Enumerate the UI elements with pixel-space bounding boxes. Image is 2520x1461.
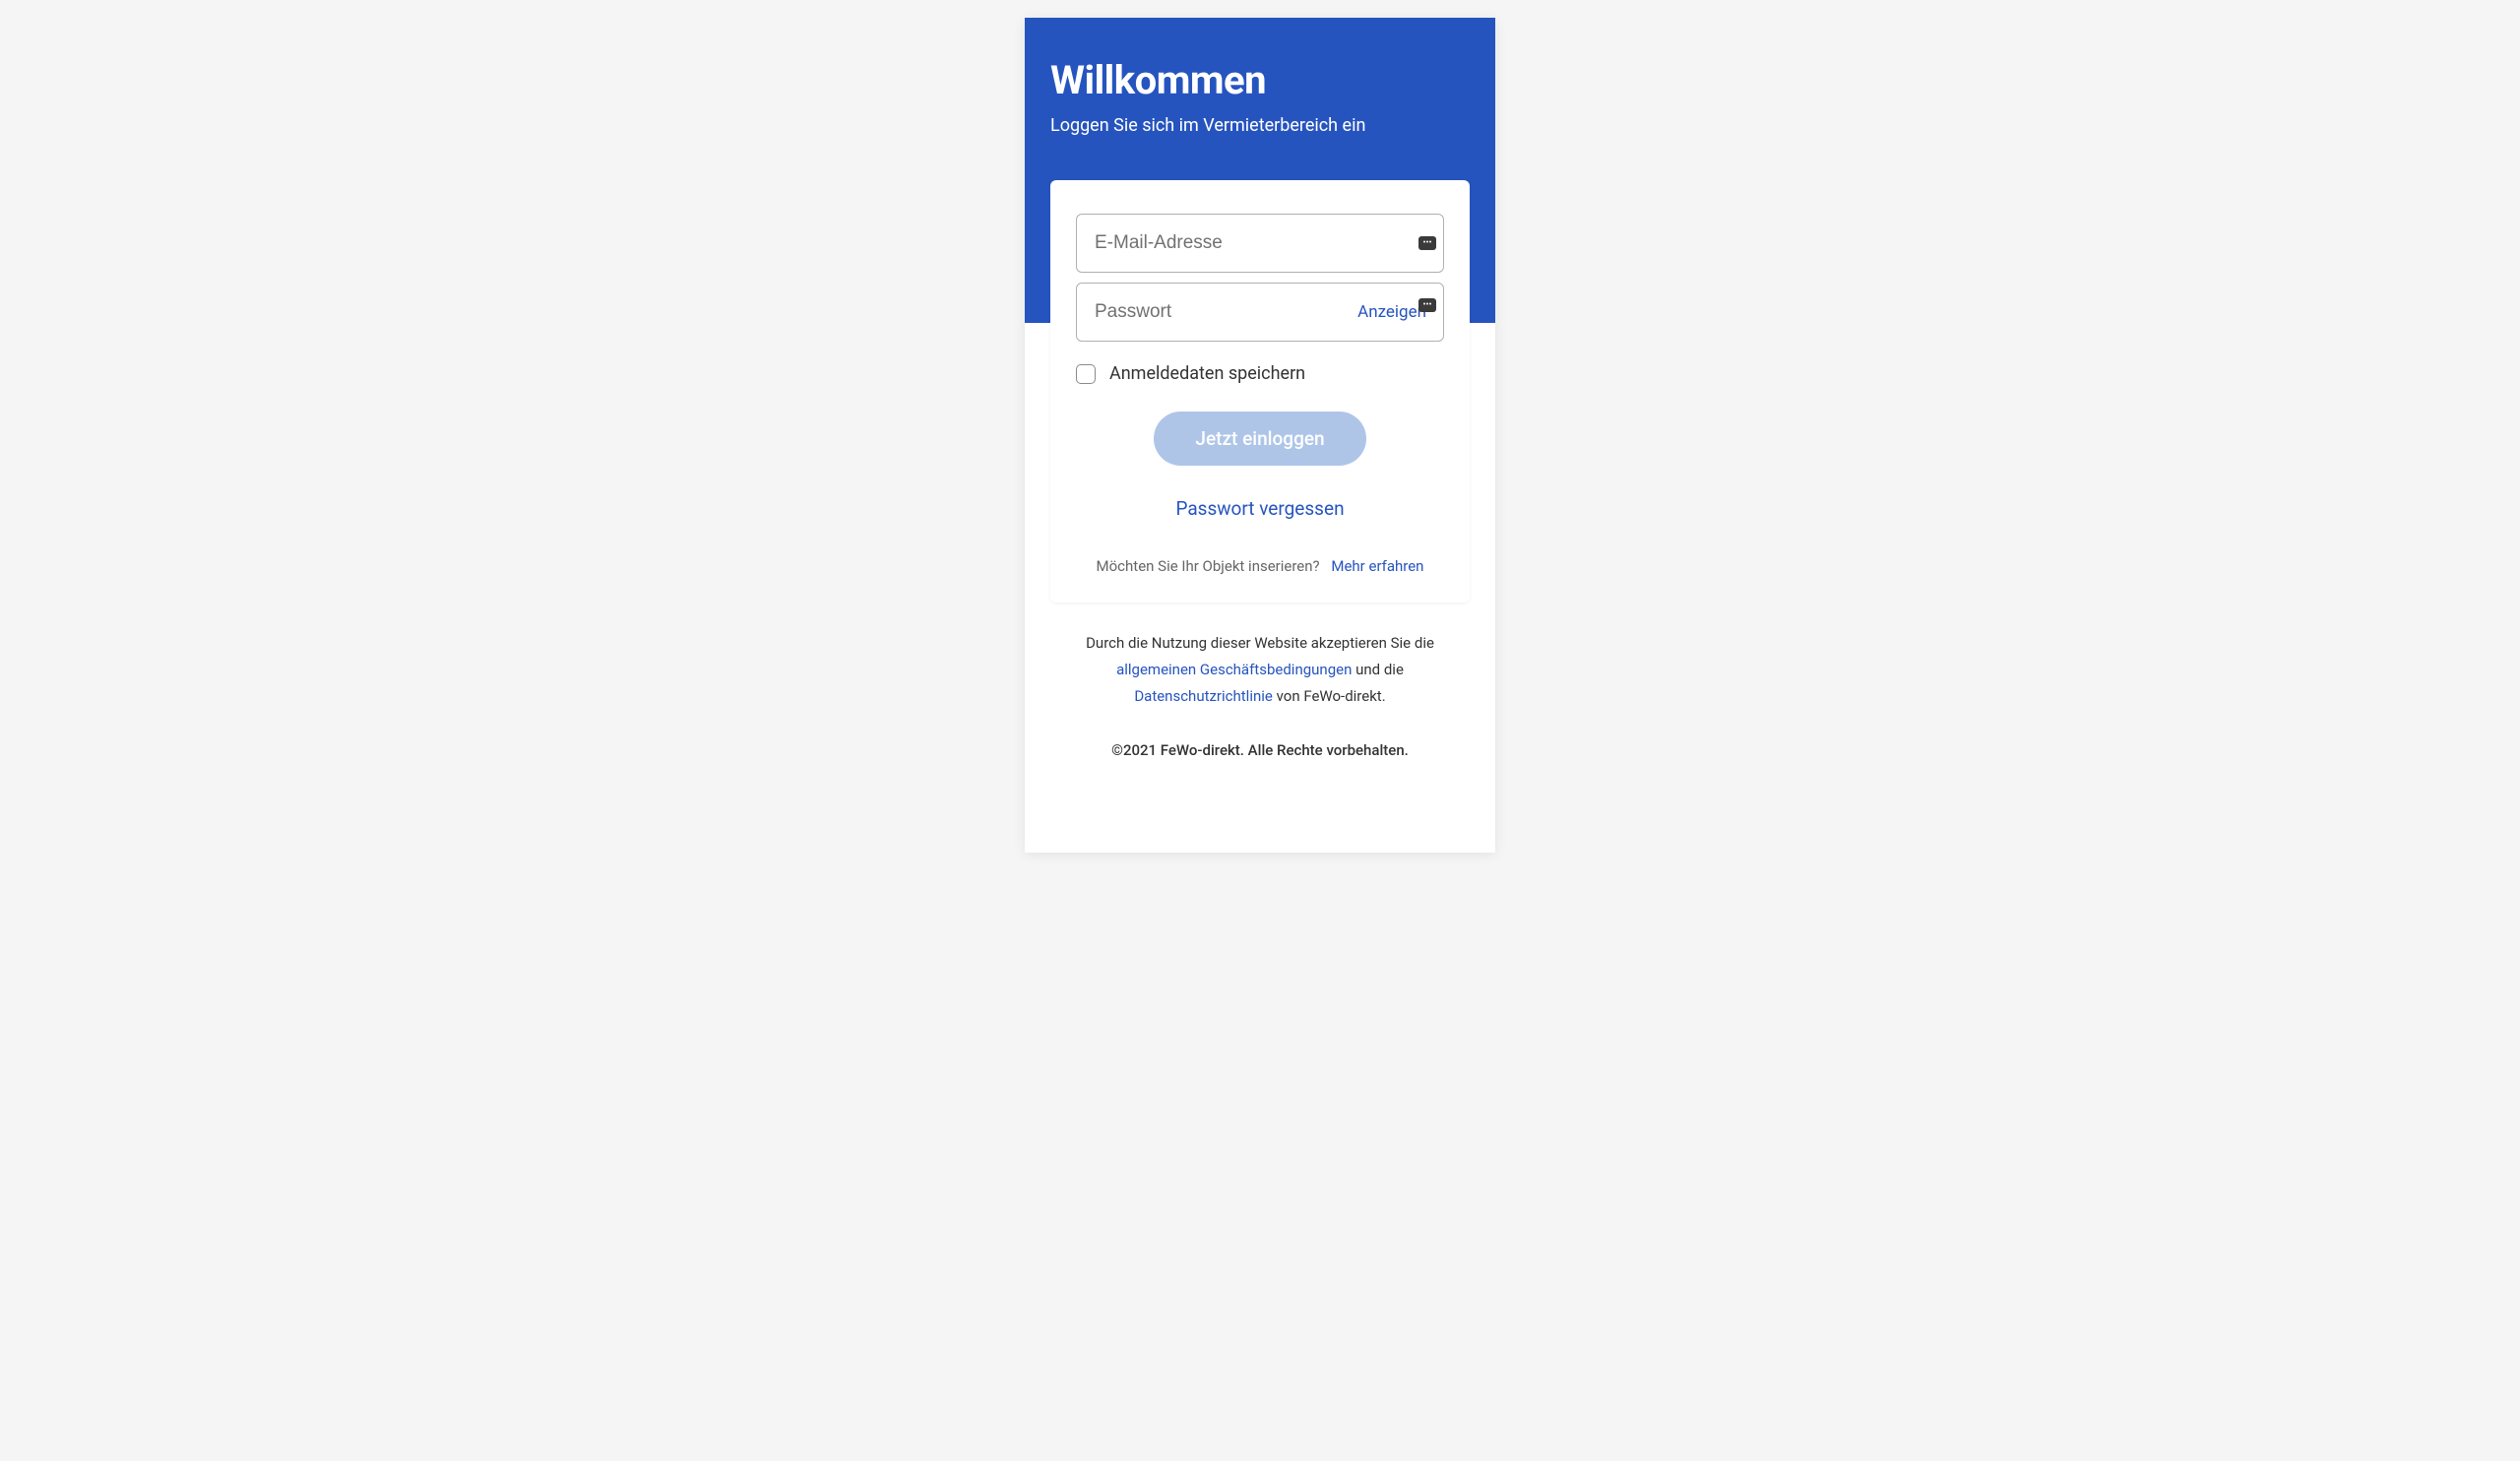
terms-text: Durch die Nutzung dieser Website akzepti… — [1064, 630, 1456, 710]
terms-link[interactable]: allgemeinen Geschäftsbedingungen — [1116, 661, 1352, 678]
page-title: Willkommen — [1050, 57, 1470, 103]
cta-link[interactable]: Mehr erfahren — [1331, 557, 1423, 575]
cta-prompt: Möchten Sie Ihr Objekt inserieren? — [1097, 557, 1320, 575]
login-card: ••• Anzeigen ••• Anmeldedaten speichern … — [1050, 180, 1470, 603]
login-container: Willkommen Loggen Sie sich im Vermieterb… — [1025, 18, 1495, 853]
forgot-password-link[interactable]: Passwort vergessen — [1076, 497, 1444, 520]
login-button[interactable]: Jetzt einloggen — [1154, 412, 1365, 466]
cta-row: Möchten Sie Ihr Objekt inserieren? Mehr … — [1076, 557, 1444, 575]
remember-label[interactable]: Anmeldedaten speichern — [1109, 363, 1305, 384]
footer: Durch die Nutzung dieser Website akzepti… — [1025, 603, 1495, 853]
privacy-link[interactable]: Datenschutzrichtlinie — [1134, 687, 1273, 705]
remember-row: Anmeldedaten speichern — [1076, 363, 1444, 384]
password-group: Anzeigen ••• — [1076, 283, 1444, 342]
page-subtitle: Loggen Sie sich im Vermieterbereich ein — [1050, 115, 1470, 136]
copyright: ©2021 FeWo-direkt. Alle Rechte vorbehalt… — [1064, 737, 1456, 764]
email-field[interactable] — [1076, 214, 1444, 273]
email-group: ••• — [1076, 214, 1444, 273]
remember-checkbox[interactable] — [1076, 364, 1096, 384]
show-password-button[interactable]: Anzeigen — [1357, 302, 1426, 322]
